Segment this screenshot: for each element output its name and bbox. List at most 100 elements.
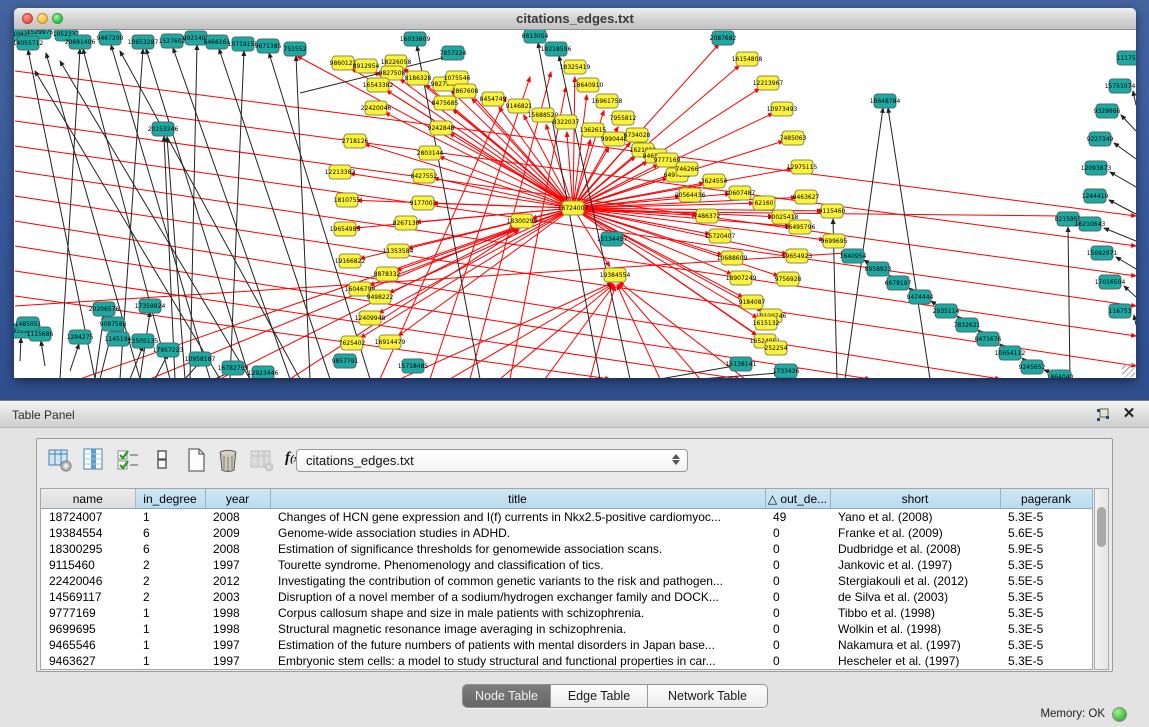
black-edge[interactable]: [1116, 257, 1136, 269]
black-edge[interactable]: [1110, 172, 1136, 187]
column-checks-icon[interactable]: [115, 447, 141, 473]
red-edge[interactable]: [220, 229, 518, 378]
table-row[interactable]: 2242004622012Investigating the contribut…: [41, 573, 1092, 589]
table-cell: 2012: [205, 573, 270, 589]
red-edge[interactable]: [433, 203, 573, 208]
new-document-icon[interactable]: [183, 447, 209, 473]
red-edge[interactable]: [15, 196, 1136, 366]
graph-node-label: 17957223: [153, 347, 184, 354]
table-cell: 1997: [205, 557, 270, 573]
table-selector-dropdown[interactable]: citations_edges.txt: [296, 449, 688, 472]
black-edge[interactable]: [190, 45, 197, 378]
graph-node-label: 9827508: [379, 70, 406, 77]
table-row[interactable]: 946362711997Embryonic stem cells: a mode…: [41, 653, 1092, 669]
black-edge[interactable]: [1114, 143, 1136, 159]
table-row[interactable]: 1456911722003Disruption of a novel membe…: [41, 589, 1092, 605]
red-edge[interactable]: [396, 208, 573, 271]
table-cell: 2008: [205, 541, 270, 557]
rows-icon[interactable]: [149, 447, 175, 473]
column-header-title[interactable]: title: [270, 489, 765, 509]
black-edge[interactable]: [1133, 91, 1136, 105]
black-edge[interactable]: [845, 108, 883, 378]
graph-node-label: 3624554: [701, 178, 728, 185]
red-edge[interactable]: [15, 121, 1136, 276]
black-edge[interactable]: [1104, 228, 1136, 241]
red-edge[interactable]: [15, 71, 1136, 216]
table-cell: 1: [135, 621, 205, 637]
graph-node-label: 116753: [1109, 308, 1132, 315]
graph-node-label: 8958923: [865, 266, 892, 273]
delete-icon[interactable]: [215, 447, 241, 473]
red-edge[interactable]: [545, 285, 614, 378]
graph-node-label: 16033809: [400, 36, 431, 43]
table-cell: Dudbridge et al. (2008): [830, 541, 1000, 557]
table-cell: 5.3E-5: [1000, 621, 1092, 637]
network-view-background: citations_edges.txt 98601238912954182260…: [0, 0, 1149, 400]
memory-status-indicator-icon: [1112, 707, 1127, 722]
table-scrollbar-thumb[interactable]: [1097, 507, 1106, 547]
black-edge[interactable]: [1124, 286, 1136, 297]
black-edge[interactable]: [146, 49, 250, 378]
graph-node-label: 18300295: [507, 218, 538, 225]
black-edge[interactable]: [1121, 115, 1136, 131]
black-edge[interactable]: [41, 341, 45, 366]
graph-node-label: 14055712: [14, 40, 43, 47]
graph-node-label: 16782759: [218, 365, 249, 372]
graph-node-label: 1529975: [27, 30, 54, 36]
table-cell: 18724007: [41, 509, 135, 526]
column-header-year[interactable]: year: [205, 489, 270, 509]
float-panel-icon[interactable]: [1095, 407, 1111, 423]
red-edge[interactable]: [416, 208, 573, 222]
column-header-pagerank[interactable]: pagerank: [1000, 489, 1092, 509]
window-resize-grip[interactable]: [1122, 364, 1135, 377]
black-edge[interactable]: [46, 53, 140, 378]
graph-node-label: 12213383: [325, 169, 356, 176]
table-scrollbar[interactable]: [1094, 488, 1109, 670]
red-edge[interactable]: [510, 87, 566, 378]
column-header-in_degree[interactable]: in_degree: [135, 489, 205, 509]
table-row[interactable]: 977716911998Corpus callosum shape and si…: [41, 605, 1092, 621]
graph-node-label: 1810755: [334, 197, 361, 204]
select-columns-icon[interactable]: [81, 447, 107, 473]
table-row[interactable]: 1830029562008Estimation of significance …: [41, 541, 1092, 557]
black-edge[interactable]: [70, 344, 79, 371]
table-cell: 5.3E-5: [1000, 637, 1092, 653]
network-window-titlebar[interactable]: citations_edges.txt: [14, 8, 1136, 30]
graph-node-label: 7857224: [440, 50, 467, 57]
red-edge[interactable]: [573, 77, 575, 208]
black-edge[interactable]: [1134, 315, 1136, 325]
table-cell: 2: [135, 557, 205, 573]
table-row[interactable]: 946554611997Estimation of the future num…: [41, 637, 1092, 653]
table-cell: Disruption of a novel member of a sodium…: [270, 589, 765, 605]
graph-node-label: 1864040: [1047, 374, 1074, 378]
delete-table-icon-disabled: [249, 447, 275, 473]
column-header-out_de[interactable]: △ out_de...: [765, 489, 830, 509]
graph-node-label: 2803144: [417, 150, 444, 157]
graph-node-label: 20564436: [675, 192, 706, 199]
black-edge[interactable]: [60, 49, 80, 378]
black-edge[interactable]: [20, 338, 21, 361]
table-row[interactable]: 1872400712008Changes of HCN gene express…: [41, 509, 1092, 526]
graph-node-label: 16495796: [785, 224, 816, 231]
column-header-short[interactable]: short: [830, 489, 1000, 509]
table-row[interactable]: 969969511998Structural magnetic resonanc…: [41, 621, 1092, 637]
table-settings-icon[interactable]: [47, 447, 73, 473]
table-cell: 0: [765, 653, 830, 669]
network-canvas[interactable]: 9860123891295418226058982750816543382818…: [14, 30, 1136, 378]
red-edge[interactable]: [365, 144, 573, 208]
graph-node-label: 22420046: [361, 105, 392, 112]
column-header-name[interactable]: name: [41, 489, 135, 509]
table-cell: Changes of HCN gene expression and I(f) …: [270, 509, 765, 526]
graph-node-label: 12213967: [753, 80, 784, 87]
graph-node-label: 1527602: [159, 38, 186, 45]
red-edge[interactable]: [15, 146, 1136, 306]
black-edge[interactable]: [1109, 200, 1136, 214]
table-row[interactable]: 1938455462009Genome-wide association stu…: [41, 525, 1092, 541]
black-edge[interactable]: [700, 373, 779, 378]
black-edge[interactable]: [296, 56, 310, 378]
close-panel-icon[interactable]: ✕: [1121, 406, 1137, 422]
black-edge[interactable]: [219, 49, 330, 378]
red-edge[interactable]: [590, 286, 615, 378]
table-row[interactable]: 911546021997Tourette syndrome. Phenomeno…: [41, 557, 1092, 573]
graph-node-label: 8322037: [553, 119, 580, 126]
